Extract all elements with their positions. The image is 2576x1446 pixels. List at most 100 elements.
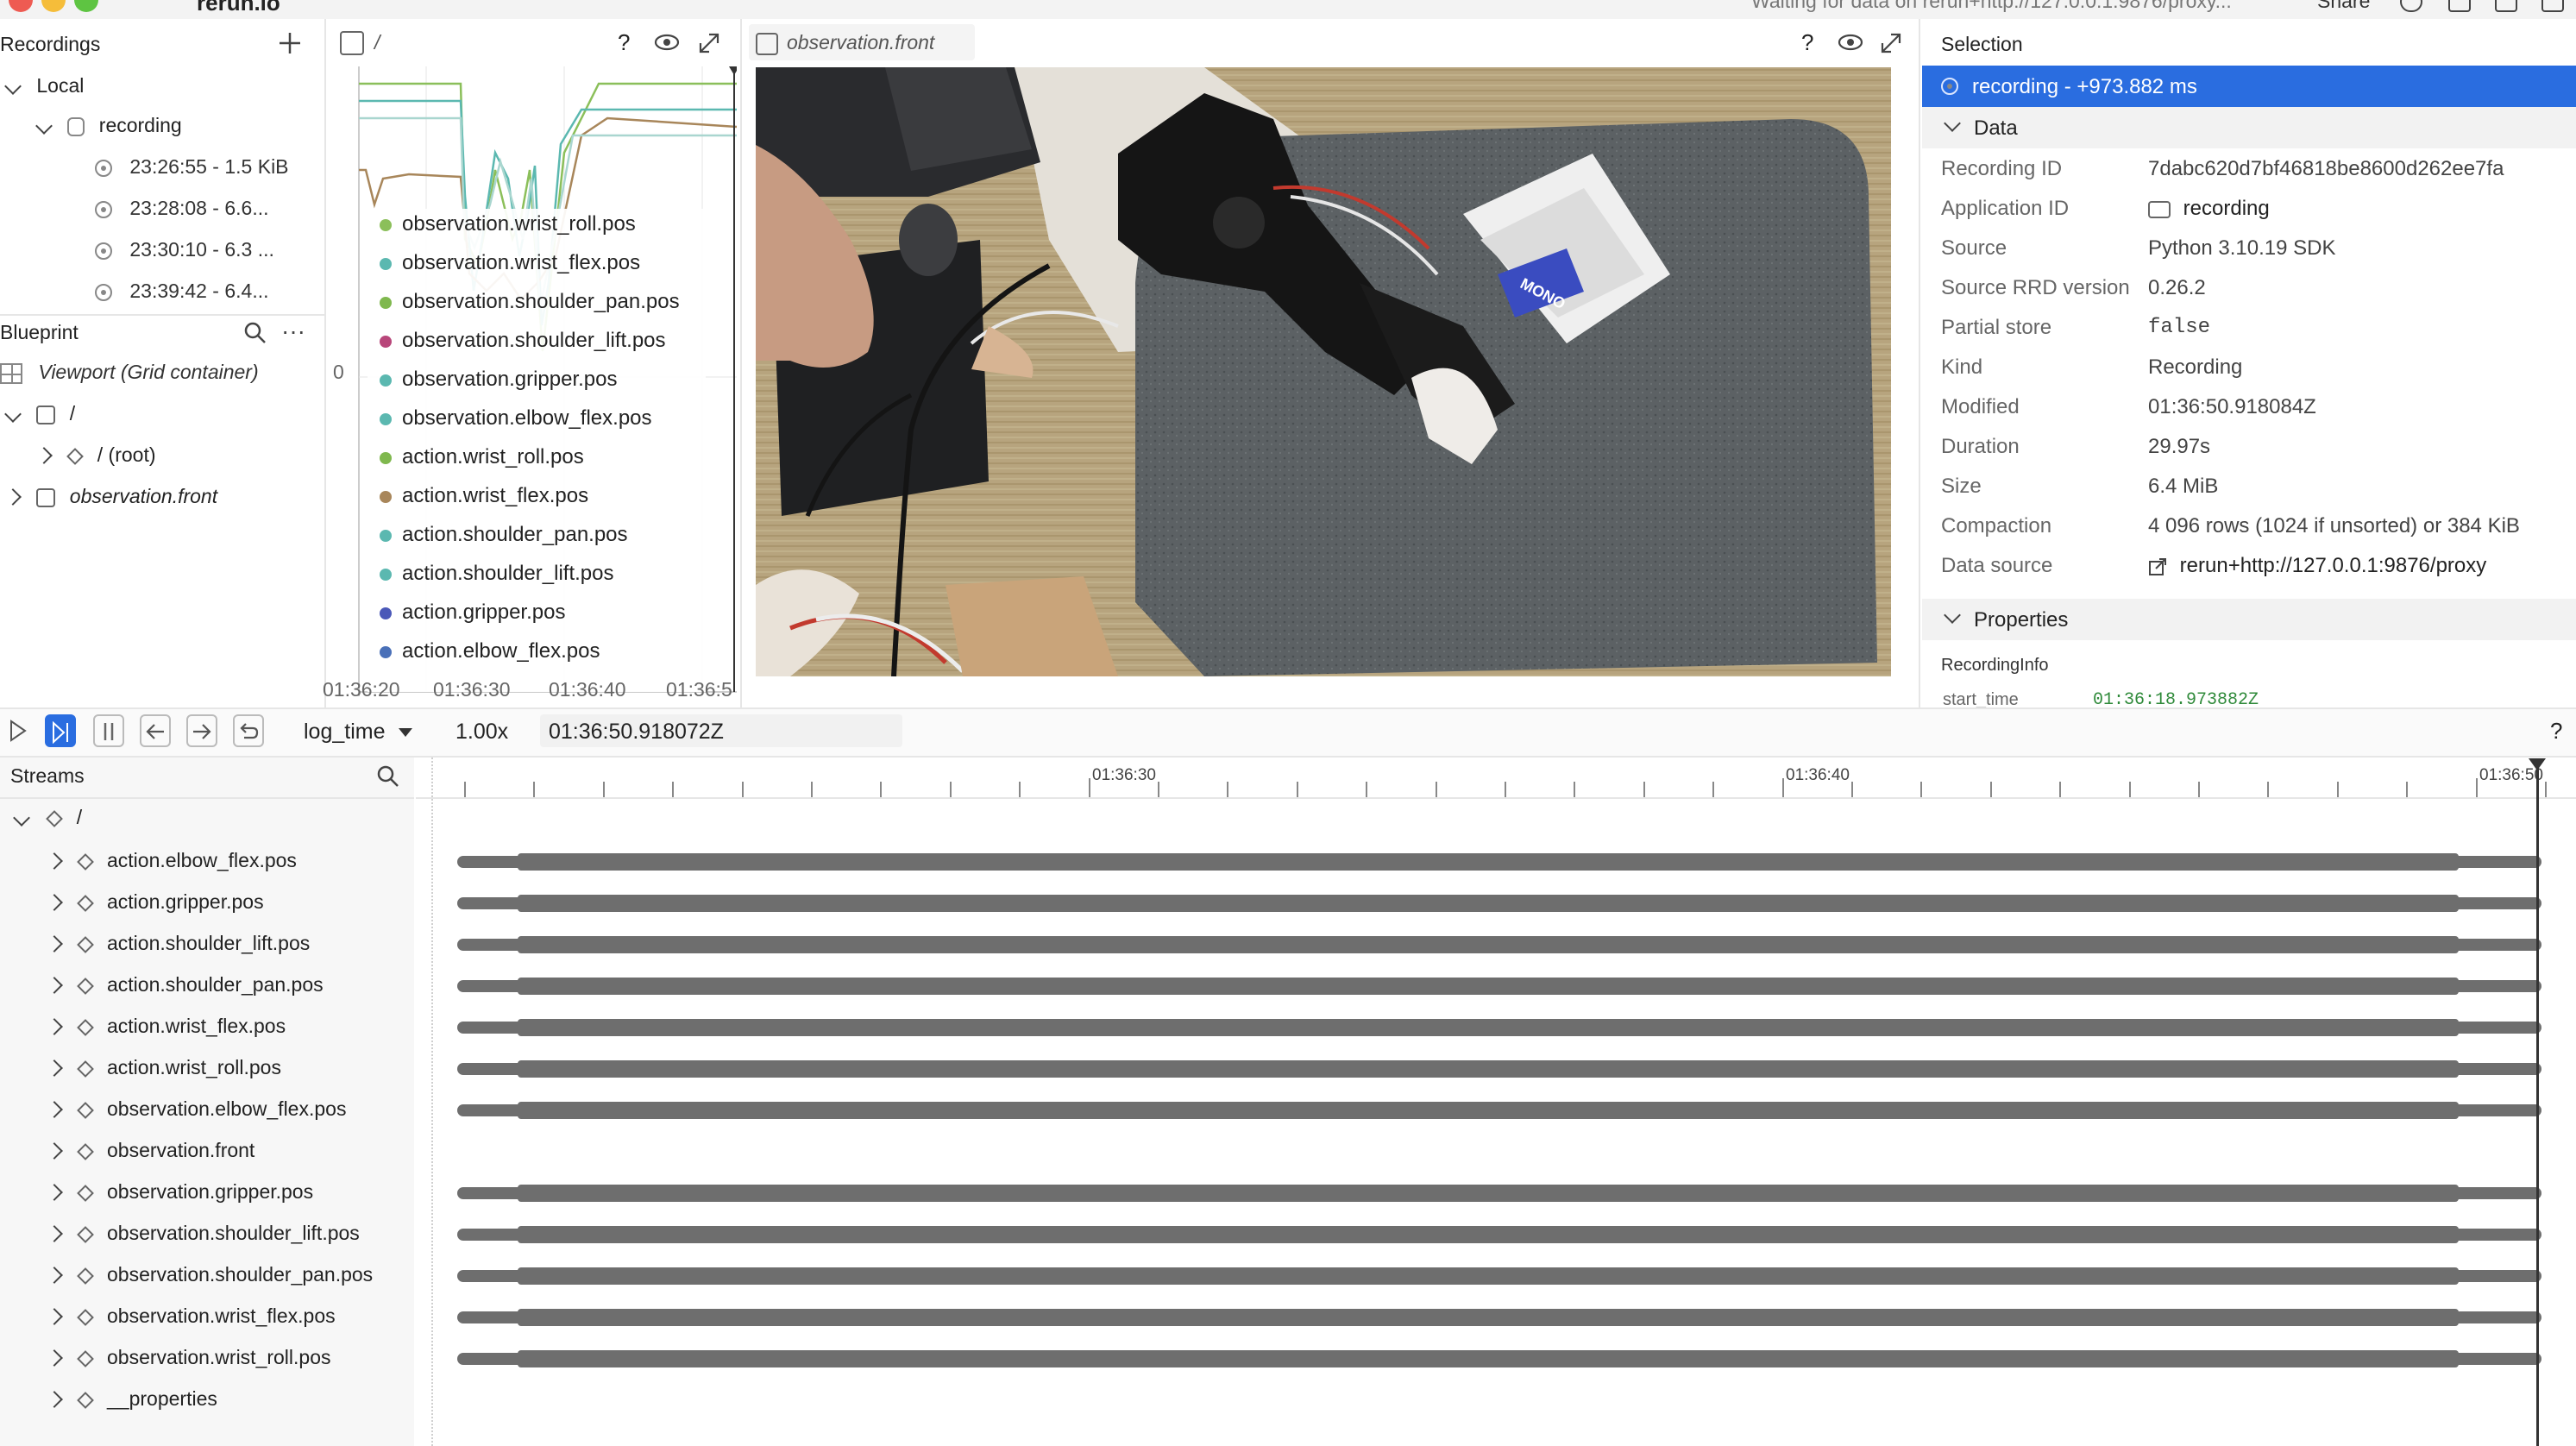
legend-item[interactable]: observation.shoulder_lift.pos (380, 329, 666, 353)
stream-item[interactable]: observation.shoulder_lift.pos (46, 1222, 360, 1245)
notification-icon[interactable] (2400, 0, 2422, 12)
data-section-header[interactable]: Data (1922, 107, 2576, 148)
follow-button[interactable] (45, 714, 76, 747)
stream-item[interactable]: action.wrist_roll.pos (46, 1056, 281, 1079)
stream-item[interactable]: __properties (46, 1387, 217, 1411)
legend-item[interactable]: action.gripper.pos (380, 600, 565, 625)
loop-button[interactable] (233, 714, 264, 747)
stream-data-bar[interactable] (457, 1102, 2541, 1119)
bottom-panel-toggle-icon[interactable] (2495, 0, 2517, 12)
chevron-down-icon[interactable] (35, 117, 53, 135)
recording-item[interactable]: 23:39:42 - 6.4... (95, 280, 269, 303)
current-time-input[interactable]: 01:36:50.918072Z (540, 714, 902, 747)
chevron-down-icon[interactable] (4, 78, 22, 95)
stream-item[interactable]: observation.elbow_flex.pos (46, 1097, 346, 1121)
stream-data-bar[interactable] (457, 1309, 2541, 1326)
time-cursor[interactable] (2536, 761, 2539, 1446)
viewport-item[interactable]: Viewport (Grid container) (0, 361, 259, 384)
local-group[interactable]: Local (4, 74, 84, 97)
chevron-right-icon[interactable] (46, 852, 63, 870)
recording-group[interactable]: recording (35, 114, 182, 137)
stream-item[interactable]: action.shoulder_pan.pos (46, 973, 324, 996)
chevron-right-icon[interactable] (46, 1267, 63, 1284)
chevron-right-icon[interactable] (46, 1308, 63, 1325)
playback-speed[interactable]: 1.00x (456, 720, 508, 745)
chevron-right-icon[interactable] (46, 935, 63, 952)
search-icon[interactable] (376, 764, 400, 789)
stream-data-bar[interactable] (457, 1226, 2541, 1243)
stream-item[interactable]: observation.front (46, 1139, 254, 1162)
root-entity-item[interactable]: / (root) (35, 443, 156, 467)
search-icon[interactable] (243, 321, 267, 345)
stream-data-bar[interactable] (457, 1019, 2541, 1036)
legend-item[interactable]: action.shoulder_lift.pos (380, 562, 613, 586)
stream-data-bar[interactable] (457, 1060, 2541, 1078)
chevron-right-icon[interactable] (46, 1059, 63, 1077)
chevron-down-icon[interactable] (1944, 115, 1961, 132)
recording-item[interactable]: 23:26:55 - 1.5 KiB (95, 155, 289, 179)
chevron-right-icon[interactable] (46, 1225, 63, 1242)
stream-item[interactable]: action.elbow_flex.pos (46, 849, 297, 872)
chevron-right-icon[interactable] (46, 1349, 63, 1367)
stream-item[interactable]: observation.wrist_flex.pos (46, 1305, 336, 1328)
help-icon[interactable]: ? (618, 29, 630, 56)
stream-data-bar[interactable] (457, 895, 2541, 912)
chevron-down-icon[interactable] (4, 406, 22, 423)
selected-item[interactable]: recording - +973.882 ms (1922, 66, 2576, 107)
stream-root[interactable]: / (13, 806, 82, 829)
chevron-right-icon[interactable] (46, 1101, 63, 1118)
time-cursor-handle[interactable] (2528, 758, 2547, 771)
image-view-item[interactable]: observation.front (4, 485, 217, 508)
chevron-right-icon[interactable] (4, 488, 22, 506)
stream-item[interactable]: action.shoulder_lift.pos (46, 932, 310, 955)
step-back-button[interactable] (140, 714, 171, 747)
maximize-view-icon[interactable] (697, 31, 721, 55)
play-button[interactable] (2, 714, 33, 747)
stream-data-bar[interactable] (457, 1185, 2541, 1202)
chevron-right-icon[interactable] (35, 447, 53, 464)
stream-data-bar[interactable] (457, 1350, 2541, 1367)
maximize-view-icon[interactable] (1879, 31, 1903, 55)
help-icon[interactable]: ? (2550, 718, 2562, 745)
timeline-selector[interactable]: log_time (304, 720, 413, 745)
visibility-eye-icon[interactable] (1838, 33, 1863, 52)
legend-item[interactable]: action.wrist_roll.pos (380, 445, 584, 469)
legend-item[interactable]: action.elbow_flex.pos (380, 639, 600, 663)
visibility-eye-icon[interactable] (654, 33, 680, 52)
chevron-right-icon[interactable] (46, 894, 63, 911)
legend-item[interactable]: observation.shoulder_pan.pos (380, 290, 680, 314)
legend-item[interactable]: observation.wrist_flex.pos (380, 251, 640, 275)
pause-button[interactable] (93, 714, 124, 747)
stream-data-bar[interactable] (457, 936, 2541, 953)
legend-item[interactable]: action.shoulder_pan.pos (380, 523, 628, 547)
chevron-down-icon[interactable] (1944, 607, 1961, 624)
camera-image[interactable]: MONO (756, 67, 1891, 676)
share-button[interactable]: Share (2317, 0, 2370, 13)
stream-item[interactable]: observation.wrist_roll.pos (46, 1346, 331, 1369)
stream-item[interactable]: action.gripper.pos (46, 890, 264, 914)
stream-item[interactable]: action.wrist_flex.pos (46, 1015, 286, 1038)
chevron-right-icon[interactable] (46, 1184, 63, 1201)
legend-item[interactable]: action.wrist_flex.pos (380, 484, 588, 508)
recording-item[interactable]: 23:30:10 - 6.3 ... (95, 238, 274, 261)
step-forward-button[interactable] (186, 714, 217, 747)
stream-item[interactable]: observation.shoulder_pan.pos (46, 1263, 373, 1286)
chevron-right-icon[interactable] (46, 977, 63, 994)
legend-item[interactable]: observation.wrist_roll.pos (380, 212, 636, 236)
minimize-window-button[interactable] (41, 0, 66, 12)
chevron-right-icon[interactable] (46, 1142, 63, 1160)
properties-section-header[interactable]: Properties (1922, 599, 2576, 640)
recording-item[interactable]: 23:28:08 - 6.6... (95, 197, 269, 220)
legend-item[interactable]: observation.gripper.pos (380, 368, 618, 392)
chevron-right-icon[interactable] (46, 1391, 63, 1408)
stream-item[interactable]: observation.gripper.pos (46, 1180, 313, 1204)
help-icon[interactable]: ? (1801, 29, 1813, 56)
add-recording-icon[interactable] (278, 31, 302, 55)
left-panel-toggle-icon[interactable] (2448, 0, 2471, 12)
data-source-link[interactable]: rerun+http://127.0.0.1:9876/proxy (2148, 554, 2486, 578)
close-window-button[interactable] (9, 0, 33, 12)
chevron-down-icon[interactable] (13, 809, 30, 827)
more-options-icon[interactable]: ··· (281, 317, 305, 345)
stream-data-bar[interactable] (457, 1267, 2541, 1285)
maximize-window-button[interactable] (74, 0, 98, 12)
